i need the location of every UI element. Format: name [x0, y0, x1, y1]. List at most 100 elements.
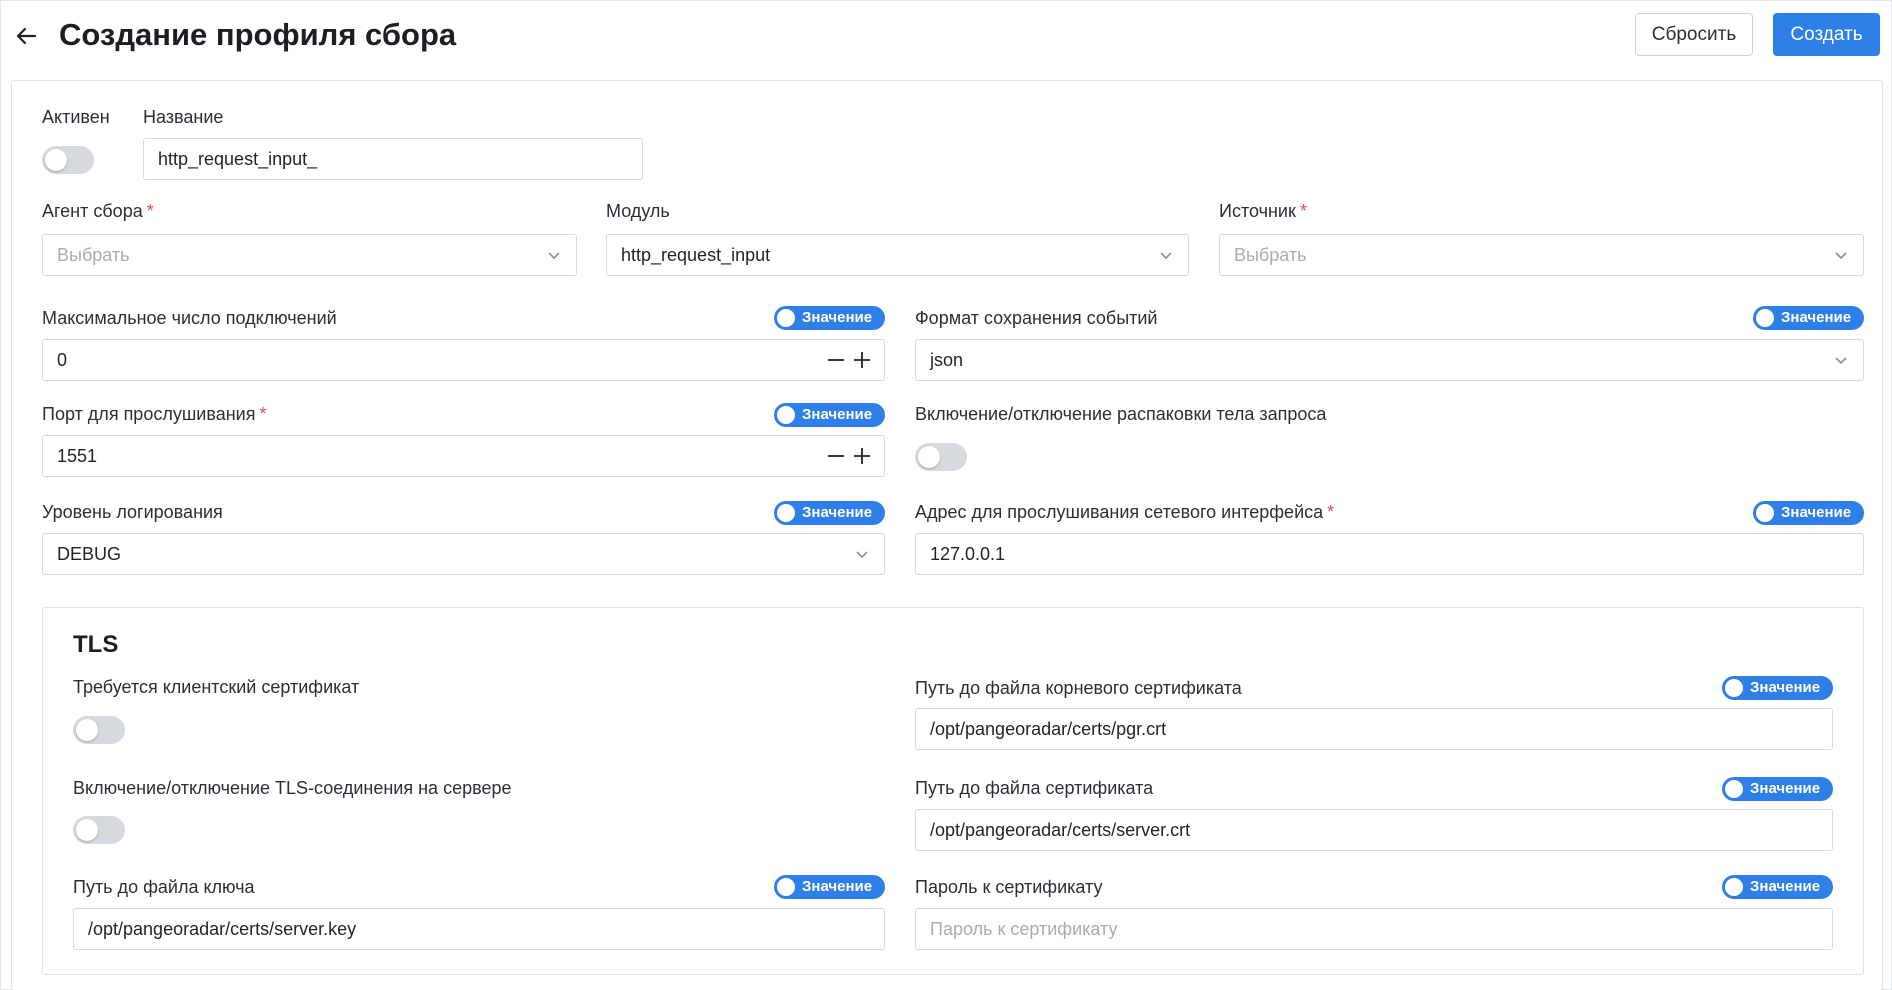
- cert-password-value-switch[interactable]: Значение: [1722, 875, 1833, 899]
- max-connections-value: 0: [57, 350, 68, 370]
- max-connections-label: Максимальное число подключений: [42, 308, 337, 328]
- root-cert-path-input[interactable]: /opt/pangeoradar/certs/pgr.crt: [915, 708, 1833, 750]
- app-window: Создание профиля сбора Сбросить Создать …: [0, 0, 1892, 990]
- active-label: Активен: [42, 107, 110, 127]
- active-toggle[interactable]: [42, 146, 94, 174]
- stepper-controls: [826, 446, 872, 466]
- toggle-knob: [45, 149, 67, 171]
- log-level-label: Уровень логирования: [42, 502, 223, 522]
- source-placeholder: Выбрать: [1234, 245, 1307, 265]
- create-button[interactable]: Создать: [1773, 13, 1880, 56]
- required-mark: *: [1299, 201, 1307, 221]
- switch-knob: [777, 504, 795, 522]
- listen-address-label: Адрес для прослушивания сетевого интерфе…: [915, 501, 1334, 523]
- tls-server-toggle[interactable]: [73, 816, 125, 844]
- tls-title: TLS: [73, 631, 119, 658]
- minus-icon[interactable]: [826, 446, 846, 466]
- cert-path-input[interactable]: /opt/pangeoradar/certs/server.crt: [915, 809, 1833, 851]
- module-label: Модуль: [606, 201, 670, 221]
- switch-label: Значение: [1750, 679, 1821, 696]
- root-cert-path-label: Путь до файла корневого сертификата: [915, 678, 1242, 698]
- module-value: http_request_input: [621, 245, 771, 265]
- event-format-value: json: [930, 350, 964, 370]
- switch-label: Значение: [802, 309, 873, 326]
- listen-address-input[interactable]: 127.0.0.1: [915, 533, 1864, 575]
- client-cert-toggle[interactable]: [73, 716, 125, 744]
- switch-knob: [1725, 780, 1743, 798]
- log-level-select[interactable]: DEBUG: [42, 533, 885, 575]
- chevron-down-icon: [1158, 247, 1174, 263]
- client-cert-label: Требуется клиентский сертификат: [73, 677, 360, 697]
- max-connections-stepper[interactable]: 0: [42, 339, 885, 381]
- decompress-toggle[interactable]: [915, 443, 967, 471]
- event-format-select[interactable]: json: [915, 339, 1864, 381]
- source-select[interactable]: Выбрать: [1219, 234, 1864, 276]
- switch-knob: [1756, 504, 1774, 522]
- switch-label: Значение: [1781, 309, 1852, 326]
- name-input[interactable]: http_request_input_: [143, 138, 643, 180]
- source-label-text: Источник: [1219, 201, 1296, 221]
- agent-placeholder: Выбрать: [57, 245, 130, 265]
- stepper-controls: [826, 350, 872, 370]
- agent-label: Агент сбора *: [42, 200, 154, 222]
- tls-server-label: Включение/отключение TLS-соединения на с…: [73, 778, 512, 798]
- minus-icon[interactable]: [826, 350, 846, 370]
- agent-select[interactable]: Выбрать: [42, 234, 577, 276]
- chevron-down-icon: [546, 247, 562, 263]
- switch-knob: [777, 406, 795, 424]
- listen-port-value: 1551: [57, 446, 98, 466]
- plus-icon[interactable]: [852, 446, 872, 466]
- switch-label: Значение: [1750, 878, 1821, 895]
- cert-path-value: /opt/pangeoradar/certs/server.crt: [930, 820, 1191, 840]
- key-path-value: /opt/pangeoradar/certs/server.key: [88, 919, 357, 939]
- toggle-knob: [76, 719, 98, 741]
- cert-password-placeholder: Пароль к сертификату: [930, 919, 1118, 939]
- switch-knob: [1725, 679, 1743, 697]
- reset-button[interactable]: Сбросить: [1635, 13, 1753, 56]
- cert-password-input[interactable]: Пароль к сертификату: [915, 908, 1833, 950]
- cert-path-value-switch[interactable]: Значение: [1722, 777, 1833, 801]
- event-format-value-switch[interactable]: Значение: [1753, 306, 1864, 330]
- cert-path-label: Путь до файла сертификата: [915, 778, 1154, 798]
- toggle-knob: [918, 446, 940, 468]
- listen-port-stepper[interactable]: 1551: [42, 435, 885, 477]
- required-mark: *: [259, 404, 267, 424]
- event-format-label: Формат сохранения событий: [915, 308, 1158, 328]
- required-mark: *: [1327, 502, 1335, 522]
- log-level-value: DEBUG: [57, 544, 122, 564]
- module-select[interactable]: http_request_input: [606, 234, 1189, 276]
- switch-knob: [1756, 309, 1774, 327]
- switch-label: Значение: [802, 504, 873, 521]
- listen-port-label-text: Порт для прослушивания: [42, 404, 256, 424]
- chevron-down-icon: [854, 546, 870, 562]
- required-mark: *: [146, 201, 154, 221]
- plus-icon[interactable]: [852, 350, 872, 370]
- root-cert-path-value-switch[interactable]: Значение: [1722, 676, 1833, 700]
- switch-label: Значение: [802, 878, 873, 895]
- arrow-left-icon: [16, 27, 37, 45]
- toggle-knob: [76, 819, 98, 841]
- switch-knob: [1725, 878, 1743, 896]
- listen-port-value-switch[interactable]: Значение: [774, 403, 885, 427]
- key-path-value-switch[interactable]: Значение: [774, 875, 885, 899]
- back-button[interactable]: [11, 21, 41, 51]
- root-cert-path-value: /opt/pangeoradar/certs/pgr.crt: [930, 719, 1167, 739]
- listen-address-label-text: Адрес для прослушивания сетевого интерфе…: [915, 502, 1324, 522]
- chevron-down-icon: [1833, 247, 1849, 263]
- listen-port-label: Порт для прослушивания *: [42, 403, 266, 425]
- name-value: http_request_input_: [158, 149, 318, 169]
- switch-knob: [777, 878, 795, 896]
- log-level-value-switch[interactable]: Значение: [774, 501, 885, 525]
- key-path-input[interactable]: /opt/pangeoradar/certs/server.key: [73, 908, 885, 950]
- switch-label: Значение: [1750, 780, 1821, 797]
- switch-knob: [777, 309, 795, 327]
- max-connections-value-switch[interactable]: Значение: [774, 306, 885, 330]
- decompress-label: Включение/отключение распаковки тела зап…: [915, 404, 1327, 424]
- source-label: Источник *: [1219, 200, 1307, 222]
- switch-label: Значение: [1781, 504, 1852, 521]
- page-header: Создание профиля сбора Сбросить Создать: [1, 1, 1891, 79]
- cert-password-label: Пароль к сертификату: [915, 877, 1103, 897]
- listen-address-value-switch[interactable]: Значение: [1753, 501, 1864, 525]
- name-label: Название: [143, 107, 224, 127]
- chevron-down-icon: [1833, 352, 1849, 368]
